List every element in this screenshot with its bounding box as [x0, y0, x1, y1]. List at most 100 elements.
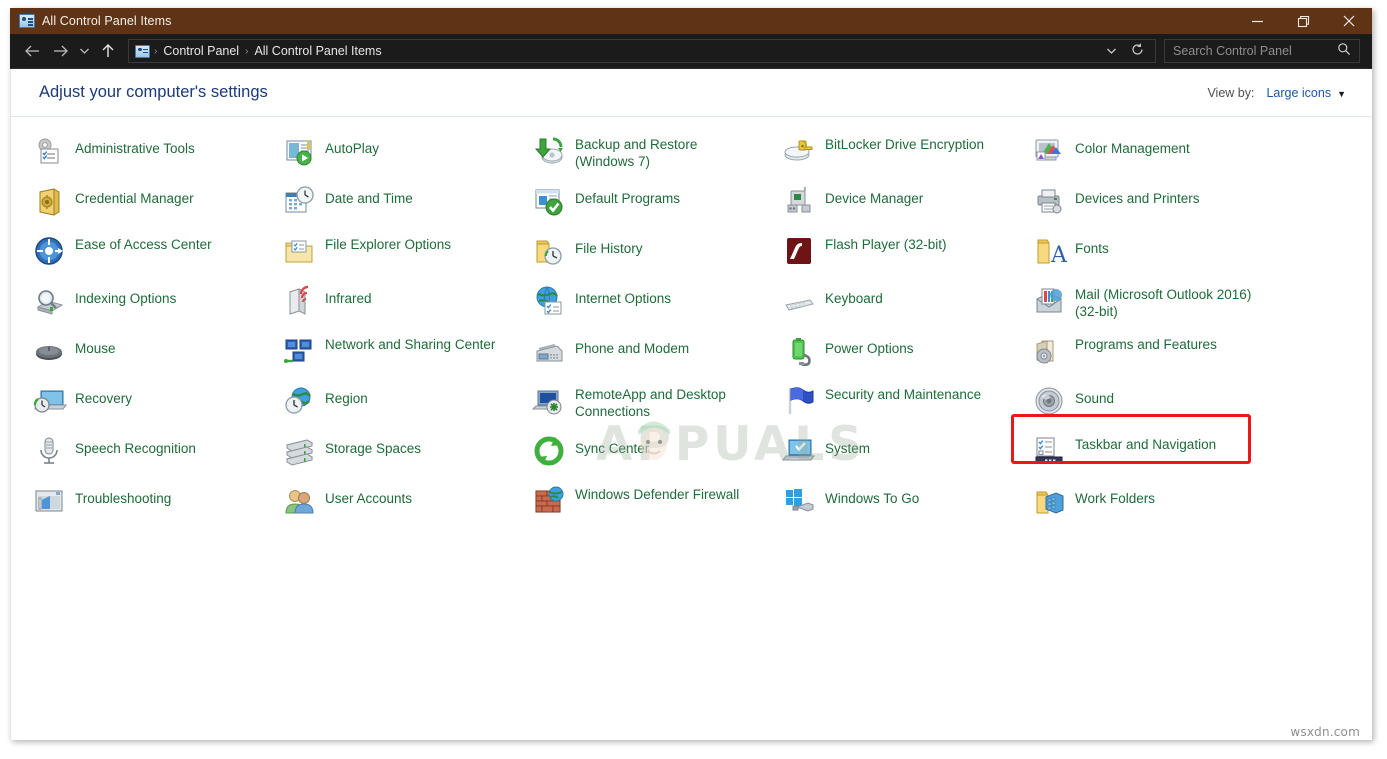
control-panel-item[interactable]: Mouse: [33, 331, 283, 381]
back-arrow-icon[interactable]: [18, 37, 46, 65]
control-panel-item[interactable]: RemoteApp and Desktop Connections: [531, 381, 783, 431]
control-panel-item-label[interactable]: Speech Recognition: [75, 435, 196, 457]
control-panel-item-label[interactable]: Internet Options: [575, 285, 671, 307]
title-bar[interactable]: All Control Panel Items: [10, 8, 1372, 34]
control-panel-item[interactable]: Recovery: [33, 381, 283, 431]
control-panel-item-label[interactable]: Work Folders: [1075, 485, 1155, 507]
control-panel-item[interactable]: Mail (Microsoft Outlook 2016) (32-bit): [1033, 281, 1283, 331]
control-panel-item-label[interactable]: User Accounts: [325, 485, 412, 507]
control-panel-item[interactable]: Sync Center: [533, 431, 783, 481]
control-panel-item[interactable]: Keyboard: [783, 281, 1033, 331]
control-panel-item[interactable]: Troubleshooting: [33, 481, 283, 531]
control-panel-item[interactable]: Device Manager: [783, 181, 1033, 231]
control-panel-item-label[interactable]: Keyboard: [825, 285, 883, 307]
chevron-down-icon[interactable]: ▼: [1337, 89, 1346, 99]
control-panel-item-label[interactable]: Programs and Features: [1075, 335, 1217, 353]
control-panel-item-label[interactable]: Ease of Access Center: [75, 235, 212, 253]
control-panel-item[interactable]: BitLocker Drive Encryption: [783, 131, 1033, 181]
content-header: Adjust your computer's settings View by:…: [11, 69, 1372, 117]
control-panel-item[interactable]: Backup and Restore (Windows 7): [533, 131, 783, 181]
control-panel-item[interactable]: Devices and Printers: [1033, 181, 1283, 231]
control-panel-item[interactable]: A Fonts: [1033, 231, 1283, 281]
refresh-icon[interactable]: [1124, 43, 1151, 59]
control-panel-item-label[interactable]: Infrared: [325, 285, 372, 307]
close-icon[interactable]: [1326, 8, 1372, 34]
forward-arrow-icon[interactable]: [46, 37, 74, 65]
control-panel-item[interactable]: Color Management: [1033, 131, 1283, 181]
restore-icon[interactable]: [1280, 8, 1326, 34]
control-panel-item[interactable]: Work Folders: [1033, 481, 1283, 531]
control-panel-item[interactable]: Credential Manager: [33, 181, 283, 231]
control-panel-item[interactable]: Infrared: [283, 281, 533, 331]
control-panel-item-label[interactable]: Mouse: [75, 335, 116, 357]
control-panel-item-label[interactable]: AutoPlay: [325, 135, 379, 157]
control-panel-item[interactable]: Storage Spaces: [283, 431, 533, 481]
control-panel-item-label[interactable]: System: [825, 435, 870, 457]
control-panel-item[interactable]: Network and Sharing Center: [283, 331, 533, 381]
control-panel-item[interactable]: File History: [533, 231, 783, 281]
control-panel-item-label[interactable]: Default Programs: [575, 185, 680, 207]
control-panel-item-label[interactable]: Security and Maintenance: [825, 385, 981, 403]
breadcrumb-item-all-control-panel-items[interactable]: All Control Panel Items: [250, 44, 385, 58]
recent-locations-chevron-down-icon[interactable]: [74, 37, 94, 65]
control-panel-item[interactable]: Windows Defender Firewall: [533, 481, 783, 531]
control-panel-item[interactable]: Region: [283, 381, 533, 431]
control-panel-item-label[interactable]: File History: [575, 235, 643, 257]
control-panel-item-label[interactable]: Device Manager: [825, 185, 923, 207]
file-history-icon: [533, 235, 565, 267]
control-panel-item-label[interactable]: Backup and Restore (Windows 7): [575, 135, 753, 170]
control-panel-item[interactable]: Ease of Access Center: [33, 231, 283, 281]
control-panel-item-label[interactable]: Storage Spaces: [325, 435, 421, 457]
control-panel-item-label[interactable]: Network and Sharing Center: [325, 335, 495, 353]
control-panel-item[interactable]: Administrative Tools: [33, 131, 283, 181]
control-panel-item[interactable]: Flash Player (32-bit): [783, 231, 1033, 281]
control-panel-item-label[interactable]: Color Management: [1075, 135, 1190, 157]
control-panel-item[interactable]: System: [782, 431, 1033, 481]
search-icon[interactable]: [1337, 42, 1351, 61]
control-panel-item-label[interactable]: Credential Manager: [75, 185, 194, 207]
address-bar[interactable]: › Control Panel › All Control Panel Item…: [128, 39, 1156, 63]
control-panel-item[interactable]: Speech Recognition: [33, 431, 283, 481]
control-panel-item[interactable]: Sound: [1033, 381, 1283, 431]
control-panel-item-label[interactable]: Indexing Options: [75, 285, 176, 307]
control-panel-item[interactable]: Security and Maintenance: [783, 381, 1033, 431]
control-panel-item-label[interactable]: Devices and Printers: [1075, 185, 1200, 207]
control-panel-item-label[interactable]: Phone and Modem: [575, 335, 689, 357]
breadcrumb-item-control-panel[interactable]: Control Panel: [159, 44, 243, 58]
control-panel-item-label[interactable]: Flash Player (32-bit): [825, 235, 947, 253]
minimize-icon[interactable]: [1234, 8, 1280, 34]
control-panel-item-label[interactable]: Administrative Tools: [75, 135, 195, 157]
control-panel-item-label[interactable]: File Explorer Options: [325, 235, 451, 253]
control-panel-item[interactable]: Taskbar and Navigation: [1033, 431, 1283, 481]
view-by-control[interactable]: View by: Large icons ▼: [1207, 86, 1346, 100]
control-panel-item-label[interactable]: Mail (Microsoft Outlook 2016) (32-bit): [1075, 285, 1253, 320]
control-panel-item-label[interactable]: Region: [325, 385, 368, 407]
control-panel-item[interactable]: Default Programs: [533, 181, 783, 231]
control-panel-item-label[interactable]: BitLocker Drive Encryption: [825, 135, 984, 153]
control-panel-item[interactable]: Internet Options: [533, 281, 783, 331]
control-panel-item-label[interactable]: Windows Defender Firewall: [575, 485, 739, 503]
control-panel-item[interactable]: Indexing Options: [33, 281, 283, 331]
control-panel-item-label[interactable]: Fonts: [1075, 235, 1109, 257]
control-panel-item[interactable]: AutoPlay: [283, 131, 533, 181]
control-panel-item[interactable]: Date and Time: [283, 181, 533, 231]
control-panel-item-label[interactable]: Troubleshooting: [75, 485, 171, 507]
control-panel-item-label[interactable]: Taskbar and Navigation: [1075, 435, 1216, 453]
search-input[interactable]: Search Control Panel: [1164, 39, 1360, 63]
control-panel-item-label[interactable]: Sync Center: [575, 435, 649, 457]
address-chevron-down-icon[interactable]: [1099, 44, 1124, 58]
view-by-value[interactable]: Large icons: [1266, 86, 1331, 100]
control-panel-item-label[interactable]: RemoteApp and Desktop Connections: [575, 385, 753, 420]
up-arrow-icon[interactable]: [94, 37, 122, 65]
control-panel-item-label[interactable]: Recovery: [75, 385, 132, 407]
control-panel-item-label[interactable]: Power Options: [825, 335, 914, 357]
control-panel-item[interactable]: Power Options: [783, 331, 1033, 381]
control-panel-item-label[interactable]: Sound: [1075, 385, 1114, 407]
control-panel-item[interactable]: File Explorer Options: [283, 231, 533, 281]
control-panel-item[interactable]: Phone and Modem: [533, 331, 783, 381]
control-panel-item[interactable]: Windows To Go: [783, 481, 1033, 531]
control-panel-item[interactable]: User Accounts: [283, 481, 533, 531]
control-panel-item-label[interactable]: Windows To Go: [825, 485, 919, 507]
control-panel-item[interactable]: Programs and Features: [1033, 331, 1283, 381]
control-panel-item-label[interactable]: Date and Time: [325, 185, 413, 207]
